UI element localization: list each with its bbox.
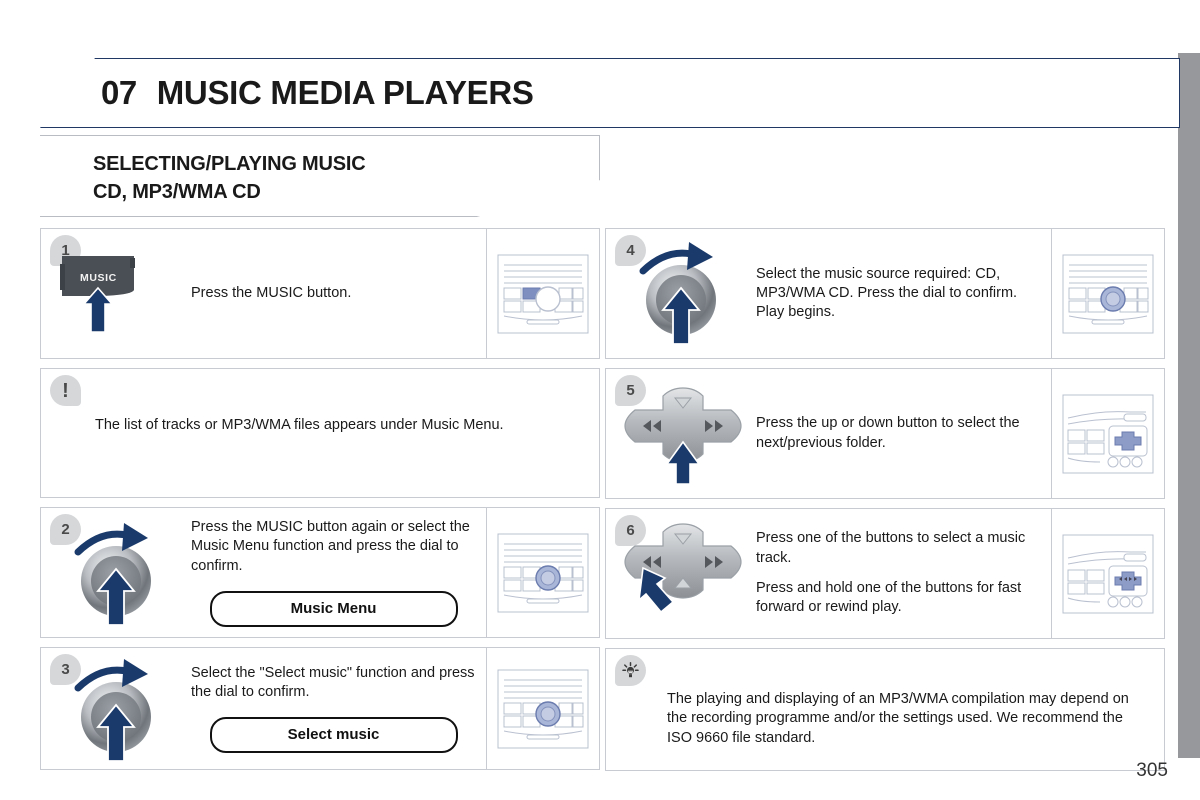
step-panel-1: 1 MUSIC Press the MUSIC button. <box>40 228 600 359</box>
section-title-line-1: SELECTING/PLAYING MUSIC <box>93 153 366 175</box>
console-panel-dpad <box>1062 394 1154 473</box>
radio-panel-dial-highlight <box>1062 254 1154 333</box>
step-text-5: Press the up or down button to select th… <box>756 381 1041 486</box>
step-panel-2: 2 Press the MUSIC button again or select… <box>40 507 600 638</box>
console-panel-dpad <box>1062 534 1154 613</box>
right-column: 4 Select the music source required: CD, … <box>605 228 1165 771</box>
radio-panel-dial-highlight <box>497 533 589 612</box>
rotary-dial-graphic-3 <box>41 658 191 762</box>
tip-bulb-icon <box>615 655 646 686</box>
tip-panel: The playing and displaying of an MP3/WMA… <box>605 648 1165 771</box>
svg-text:MUSIC: MUSIC <box>80 272 117 284</box>
section-title-line-2: CD, MP3/WMA CD <box>93 181 261 204</box>
step-text-line: Select the music source required: CD, MP… <box>756 265 1018 321</box>
note-text: The list of tracks or MP3/WMA files appe… <box>95 417 504 433</box>
chapter-header: 07 MUSIC MEDIA PLAYERS <box>40 58 1180 128</box>
thumbnail-cell-1 <box>486 229 599 358</box>
thumbnail-cell-5 <box>1051 369 1164 498</box>
radio-panel-music-highlight <box>497 254 589 333</box>
thumbnail-cell-6 <box>1051 509 1164 638</box>
note-badge-icon: ! <box>50 375 81 406</box>
step-text-line: Press and hold one of the buttons for fa… <box>756 580 1022 616</box>
step-panel-5: 5 Press the up or down button to select … <box>605 368 1165 499</box>
step-text-2: Press the MUSIC button again or select t… <box>191 519 476 627</box>
step-text-line: Press the MUSIC button. <box>191 284 352 301</box>
dpad-graphic-down <box>606 381 756 486</box>
dpad-graphic-left <box>606 521 756 626</box>
note-panel: ! The list of tracks or MP3/WMA files ap… <box>40 368 600 498</box>
step-text-line: Press the up or down button to select th… <box>756 415 1020 451</box>
tip-text: The playing and displaying of an MP3/WMA… <box>667 691 1129 746</box>
page-number: 305 <box>1136 760 1168 781</box>
step-text-1: Press the MUSIC button. <box>191 241 476 346</box>
step-panel-4: 4 Select the music source required: CD, … <box>605 228 1165 359</box>
step-text-line: Press one of the buttons to select a mus… <box>756 530 1026 566</box>
music-button-graphic: MUSIC <box>41 241 191 346</box>
chapter-number: 07 <box>101 74 137 111</box>
radio-panel-dial-highlight <box>497 669 589 748</box>
page-title: MUSIC MEDIA PLAYERS <box>156 74 534 111</box>
thumbnail-cell-3 <box>486 648 599 769</box>
step-panel-6: 6 Press one of the buttons to select a m… <box>605 508 1165 639</box>
left-column: 1 MUSIC Press the MUSIC button. ! The li… <box>40 228 600 770</box>
thumbnail-cell-2 <box>486 508 599 637</box>
step-text-line: Press the MUSIC button again or select t… <box>191 519 470 574</box>
thumbnail-cell-4 <box>1051 229 1164 358</box>
rotary-dial-graphic-4 <box>606 241 756 346</box>
step-text-4: Select the music source required: CD, MP… <box>756 241 1041 346</box>
rotary-dial-graphic-2 <box>41 520 191 626</box>
section-title-box: SELECTING/PLAYING MUSIC CD, MP3/WMA CD <box>40 135 600 217</box>
step-text-3: Select the "Select music" function and p… <box>191 660 476 757</box>
page-edge-tab-marker <box>1178 53 1200 758</box>
pill-button-select-music[interactable]: Select music <box>209 717 458 754</box>
step-text-line: Select the "Select music" function and p… <box>191 664 475 701</box>
pill-button-music-menu[interactable]: Music Menu <box>209 590 458 627</box>
step-text-6: Press one of the buttons to select a mus… <box>756 521 1041 626</box>
step-panel-3: 3 Select the "Select music" function and… <box>40 647 600 770</box>
